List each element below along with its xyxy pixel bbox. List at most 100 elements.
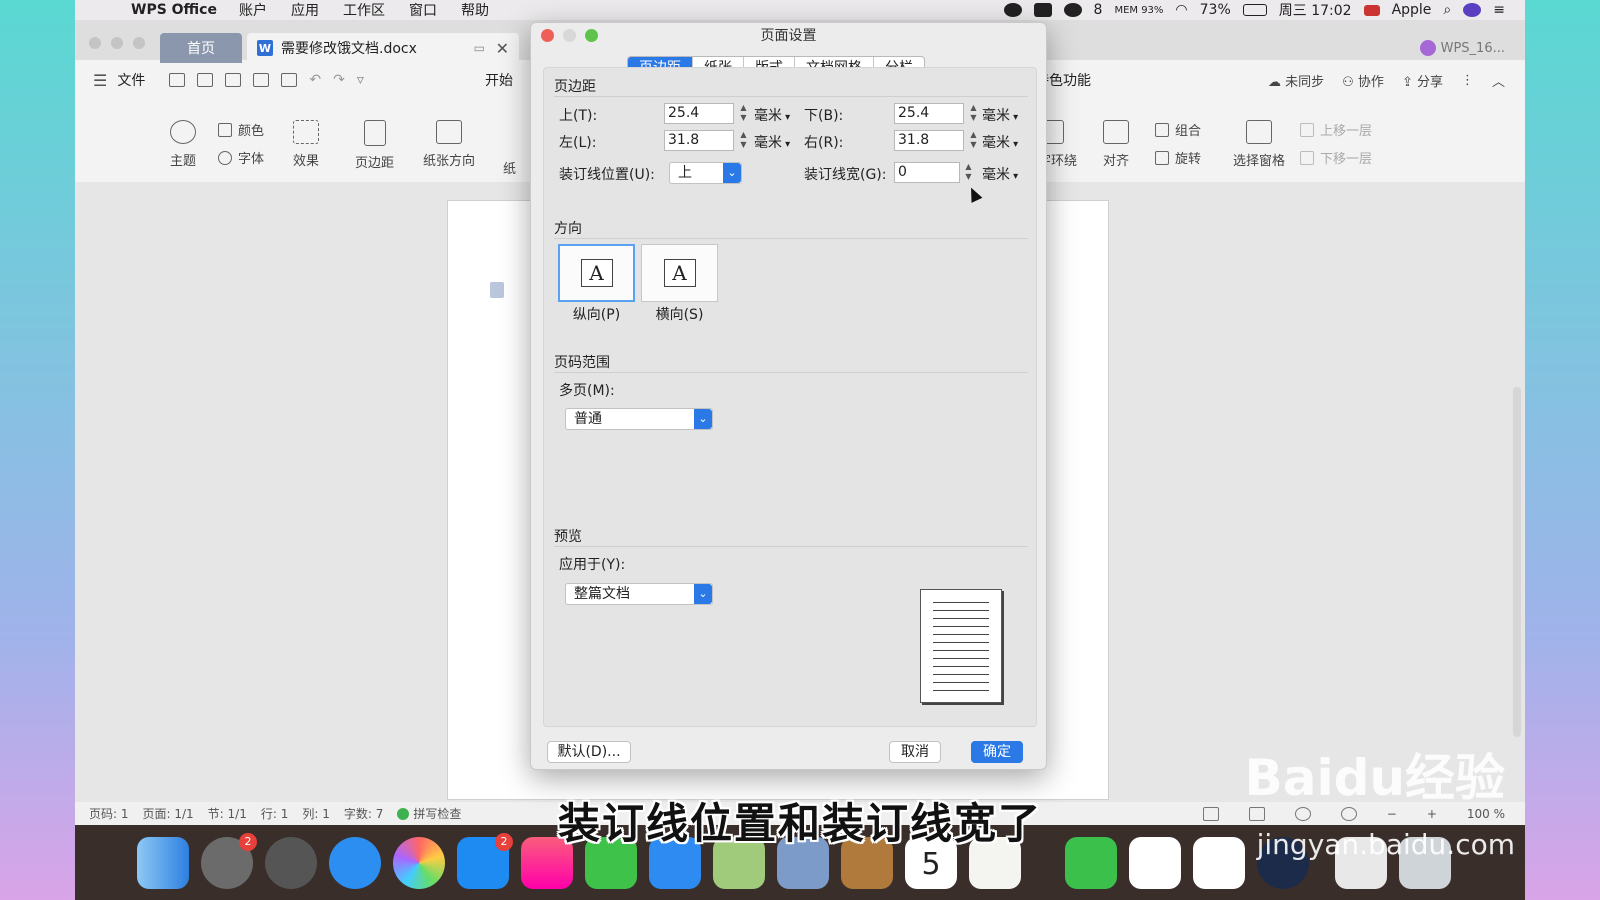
right-margin-label: 右(R): <box>804 135 844 151</box>
color-grid-icon <box>218 122 232 137</box>
vertical-scrollbar[interactable] <box>1513 387 1521 737</box>
send-backward-button[interactable]: 下移一层 <box>1300 148 1372 167</box>
portrait-option[interactable]: A <box>558 244 635 302</box>
group-button[interactable]: 组合 <box>1155 120 1201 139</box>
spotlight-icon[interactable]: ⌕ <box>1443 2 1451 18</box>
battery-icon[interactable] <box>1242 4 1267 16</box>
top-margin-stepper[interactable]: ▲ ▼ <box>739 103 748 124</box>
landscape-label[interactable]: 横向(S) <box>641 304 718 324</box>
right-margin-input[interactable]: 31.8 <box>894 130 964 151</box>
left-margin-label: 左(L): <box>559 135 597 151</box>
tab-start[interactable]: 开始 <box>485 70 513 90</box>
portrait-label[interactable]: 纵向(P) <box>558 304 635 324</box>
hamburger-menu-icon[interactable]: ☰ <box>93 71 107 90</box>
paper-size-label: 纸 <box>503 162 517 177</box>
paper-size-button-partial[interactable]: 纸 <box>503 158 516 177</box>
group-icon <box>1155 122 1169 137</box>
print-icon[interactable] <box>253 73 270 87</box>
right-margin-stepper[interactable]: ▲ ▼ <box>969 130 978 151</box>
effects-button[interactable]: 效果 <box>293 120 319 169</box>
gutter-width-stepper[interactable]: ▲ ▼ <box>964 162 973 183</box>
collab-button[interactable]: ⚇ 协作 <box>1342 71 1384 90</box>
close-tab-icon[interactable]: ✕ <box>496 39 509 58</box>
gutter-position-select[interactable]: 上 ⌄ <box>669 162 742 184</box>
gutter-position-value: 上 <box>678 165 692 181</box>
tab-home[interactable]: 首页 <box>160 33 242 63</box>
memory-indicator: MEM 93% <box>1114 4 1164 16</box>
left-margin-input[interactable]: 31.8 <box>664 130 734 151</box>
bottom-margin-stepper[interactable]: ▲ ▼ <box>969 103 978 124</box>
watermark-url: jingyan.baidu.com <box>1256 828 1515 861</box>
redo-icon[interactable]: ↷ <box>333 72 345 88</box>
user-name[interactable]: Apple <box>1392 2 1432 18</box>
color-button[interactable]: 颜色 <box>218 120 264 139</box>
divider <box>554 238 1028 239</box>
paragraph-marker-icon[interactable] <box>490 282 504 298</box>
selection-pane-button[interactable]: 选择窗格 <box>1233 120 1285 169</box>
menu-window[interactable]: 窗口 <box>409 0 437 20</box>
clock[interactable]: 周三 17:02 <box>1279 0 1352 20</box>
wps-tray-icon[interactable] <box>1033 3 1052 17</box>
more-icon[interactable]: ⋮ <box>1461 73 1474 88</box>
system-menu-bar: WPS Office 账户 应用 工作区 窗口 帮助 8 MEM 93% ◠ 7… <box>75 0 1525 20</box>
menu-account[interactable]: 账户 <box>239 0 267 20</box>
font-button[interactable]: 字体 <box>218 148 264 167</box>
menu-apps[interactable]: 应用 <box>291 0 319 20</box>
window-close-button[interactable] <box>89 37 101 49</box>
siri-icon[interactable] <box>1463 3 1482 17</box>
theme-button[interactable]: 主题 <box>170 120 196 169</box>
landscape-option[interactable]: A <box>641 244 718 302</box>
gutter-width-unit[interactable]: 毫米 <box>982 164 1018 184</box>
page-setup-dialog: 页面设置 页边距 纸张 版式 文档网格 分栏 页边距 上(T): 25.4 ▲▼… <box>530 22 1047 770</box>
bring-forward-button[interactable]: 上移一层 <box>1300 120 1372 139</box>
file-menu[interactable]: 文件 <box>117 70 145 90</box>
font-label: 字体 <box>238 152 265 167</box>
collapse-ribbon-icon[interactable]: ︿ <box>1492 71 1505 90</box>
wechat-tray-icon[interactable] <box>1063 3 1082 17</box>
default-button[interactable]: 默认(D)... <box>547 741 631 763</box>
orientation-icon <box>436 120 462 144</box>
wifi-icon[interactable]: ◠ <box>1175 2 1187 18</box>
rotate-button[interactable]: 旋转 <box>1155 148 1201 167</box>
record-icon[interactable] <box>1003 3 1022 17</box>
tab-document[interactable]: W 需要修改饿文档.docx ▭ ✕ <box>247 33 519 63</box>
right-margin-unit[interactable]: 毫米 <box>982 132 1018 152</box>
monitor-icon[interactable]: ▭ <box>474 41 485 55</box>
preview-line <box>933 650 989 651</box>
multi-page-select[interactable]: 普通 ⌄ <box>565 408 713 430</box>
app-menu[interactable]: WPS Office <box>131 2 217 18</box>
menu-workspace[interactable]: 工作区 <box>343 0 385 20</box>
export-pdf-icon[interactable] <box>225 73 242 87</box>
bottom-margin-unit[interactable]: 毫米 <box>982 105 1018 125</box>
window-minimize-button[interactable] <box>111 37 123 49</box>
undo-icon[interactable]: ↶ <box>309 72 321 88</box>
notification-center-icon[interactable]: ≡ <box>1493 2 1505 18</box>
account-badge[interactable]: WPS_16... <box>1419 40 1505 56</box>
left-margin-unit[interactable]: 毫米 <box>754 132 790 152</box>
customize-dropdown-icon[interactable]: ▿ <box>357 72 364 88</box>
margins-button[interactable]: 页边距 <box>355 120 394 171</box>
selection-pane-label: 选择窗格 <box>1233 154 1286 169</box>
gutter-width-input[interactable]: 0 <box>894 162 960 183</box>
window-zoom-button[interactable] <box>133 37 145 49</box>
cancel-button[interactable]: 取消 <box>889 741 941 763</box>
bottom-margin-label: 下(B): <box>804 108 844 124</box>
ok-button[interactable]: 确定 <box>971 741 1023 763</box>
sync-status[interactable]: ☁ 未同步 <box>1268 71 1324 90</box>
preview-line <box>933 626 989 627</box>
left-margin-stepper[interactable]: ▲ ▼ <box>739 130 748 151</box>
bottom-margin-input[interactable]: 25.4 <box>894 103 964 124</box>
top-margin-unit[interactable]: 毫米 <box>754 105 790 125</box>
apply-to-value: 整篇文档 <box>574 586 630 602</box>
flag-icon[interactable] <box>1363 4 1380 16</box>
menu-help[interactable]: 帮助 <box>461 0 489 20</box>
apply-to-select[interactable]: 整篇文档 ⌄ <box>565 583 713 605</box>
print-preview-icon[interactable] <box>281 73 298 87</box>
share-button[interactable]: ⇪ 分享 <box>1402 71 1443 90</box>
group-label: 组合 <box>1175 124 1202 139</box>
save-icon[interactable] <box>197 73 214 87</box>
top-margin-input[interactable]: 25.4 <box>664 103 734 124</box>
align-button[interactable]: 对齐 <box>1103 120 1129 169</box>
open-icon[interactable] <box>169 73 186 87</box>
orientation-button[interactable]: 纸张方向 <box>423 120 475 169</box>
